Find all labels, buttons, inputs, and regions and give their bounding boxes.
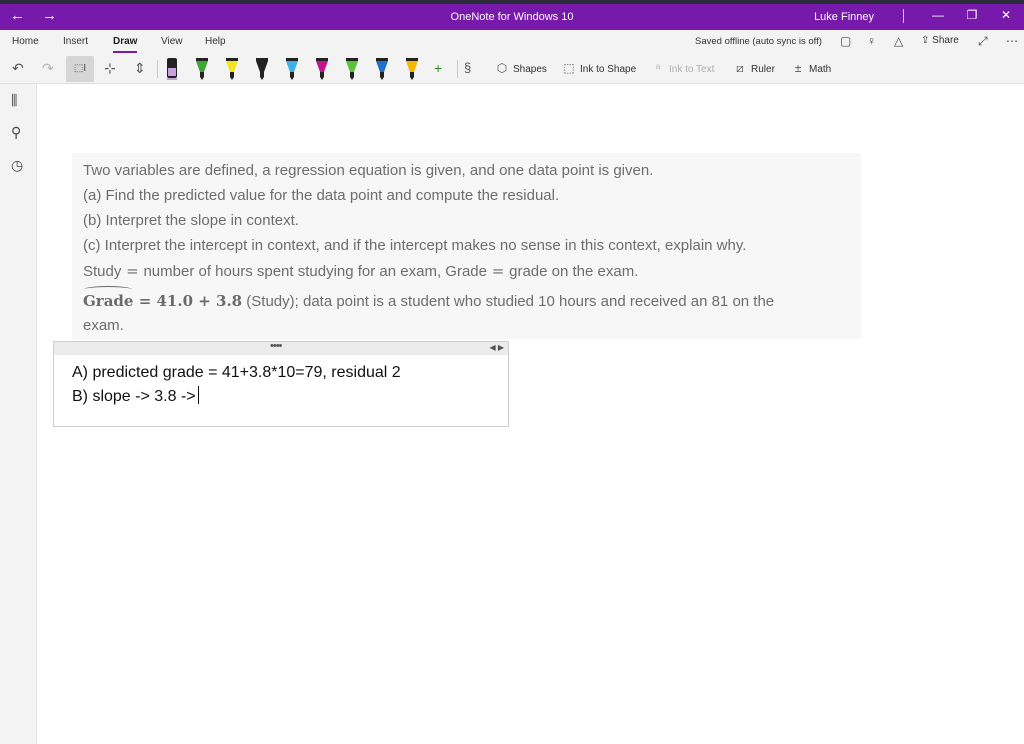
insert-space-icon[interactable]: ⇕ [134,59,146,77]
problem-part-b: (b) Interpret the slope in context. [83,212,299,229]
equals-sign: = [121,262,144,280]
share-button[interactable]: ⇪ Share [921,34,959,48]
note-container[interactable]: •••• ◀ ▶ A) predicted grade = 41+3.8*10=… [53,339,509,427]
taskbar-strip [0,0,1024,4]
restore-button[interactable]: ❐ [962,7,982,23]
undo-icon[interactable]: ↶ [12,59,24,77]
left-nav-rail: ⫼ ⚲ ◷ [0,84,37,744]
pen-4[interactable] [255,57,269,81]
study-definition: number of hours spent studying for an ex… [143,263,487,280]
pen-1[interactable] [165,57,179,81]
ink-replay-icon[interactable]: § [464,59,471,77]
math-button[interactable]: ± Math [790,61,832,77]
draw-toolbar: ↶ ↷ ⬚I ⊹ ⇕ + § ⬡ Shapes ⬚ Ink to Shape ᵃ In… [0,54,1024,84]
problem-last-line: exam. [83,317,124,334]
pen-2[interactable] [195,57,209,81]
ruler-button[interactable]: ⧄ Ruler [732,61,775,77]
note-line-b[interactable]: B) slope -> 3.8 -> [72,386,199,408]
pen-9[interactable] [405,57,419,81]
ink-to-shape-label: Ink to Shape [580,64,637,75]
more-options-icon[interactable]: ⋯ [1006,33,1018,49]
drag-dots-icon[interactable]: •••• [270,339,282,353]
shapes-icon: ⬡ [496,61,508,75]
bell-icon[interactable]: △ [894,33,903,49]
math-icon: ± [794,61,802,75]
expand-icon[interactable]: ⤢ [978,33,988,49]
ink-to-shape-icon: ⬚ [563,61,575,75]
close-button[interactable]: ✕ [996,7,1016,23]
pen-3[interactable] [225,57,239,81]
pen-7[interactable] [345,57,359,81]
grade-definition: grade on the exam. [509,263,639,280]
minimize-button[interactable]: — [928,7,948,23]
predicted-grade-symbol: Grade [83,286,134,310]
resize-arrows-icon[interactable]: ◀ ▶ [489,343,504,353]
title-separator [903,9,904,23]
problem-variable-definitions: Study = number of hours spent studying f… [83,262,639,280]
shapes-label: Shapes [513,64,547,75]
problem-statement-image[interactable]: Two variables are defined, a regression … [72,153,861,339]
ink-to-text-button[interactable]: ᵃ Ink to Text [650,61,715,77]
type-select-button[interactable]: ⬚I [66,56,94,82]
title-bar: ← → OneNote for Windows 10 Luke Finney —… [0,0,1024,30]
shapes-button[interactable]: ⬡ Shapes [494,61,547,77]
ribbon-tabs: Home Insert Draw View Help Saved offline… [0,30,1024,54]
ruler-icon: ⧄ [736,61,744,75]
tab-help[interactable]: Help [205,36,226,48]
share-icon: ⇪ [921,35,933,46]
ruler-label: Ruler [751,64,775,75]
tab-insert[interactable]: Insert [63,36,88,48]
ink-to-shape-button[interactable]: ⬚ Ink to Shape [561,61,636,77]
toolbar-divider [157,60,158,78]
user-name[interactable]: Luke Finney [814,10,874,24]
note-drag-handle[interactable]: •••• ◀ ▶ [54,339,508,355]
study-variable: Study [83,263,122,280]
equation-rhs: = 41.0 + 3.8 [133,292,243,310]
lightbulb-icon[interactable]: ♀ [867,33,876,49]
tab-view[interactable]: View [161,36,183,48]
text-caret [197,386,199,404]
sync-status: Saved offline (auto sync is off) [695,36,822,47]
pen-5[interactable] [285,57,299,81]
pen-8[interactable] [375,57,389,81]
problem-part-a: (a) Find the predicted value for the dat… [83,187,560,204]
ink-to-text-label: Ink to Text [669,64,715,75]
share-label: Share [932,35,959,46]
toolbar-divider [457,60,458,78]
redo-icon[interactable]: ↷ [42,59,54,77]
add-pen-icon[interactable]: + [434,59,442,77]
notebooks-icon[interactable]: ⫼ [11,92,17,108]
lasso-select-icon[interactable]: ⊹ [104,59,116,77]
tab-home[interactable]: Home [12,36,39,48]
data-point-description: (Study); data point is a student who stu… [242,293,775,310]
note-line-b-text: B) slope -> 3.8 -> [72,388,196,405]
notebook-icon[interactable]: ▢ [840,33,851,49]
problem-intro: Two variables are defined, a regression … [83,162,654,179]
math-label: Math [809,64,832,75]
recent-icon[interactable]: ◷ [11,157,23,173]
search-icon[interactable]: ⚲ [11,124,21,140]
regression-equation: Grade = 41.0 + 3.8 (Study); data point i… [83,286,775,312]
problem-part-c: (c) Interpret the intercept in context, … [83,237,747,254]
tab-draw[interactable]: Draw [113,36,138,53]
pen-6[interactable] [315,57,329,81]
ink-to-text-icon: ᵃ [655,61,661,75]
note-line-a[interactable]: A) predicted grade = 41+3.8*10=79, resid… [72,362,401,384]
